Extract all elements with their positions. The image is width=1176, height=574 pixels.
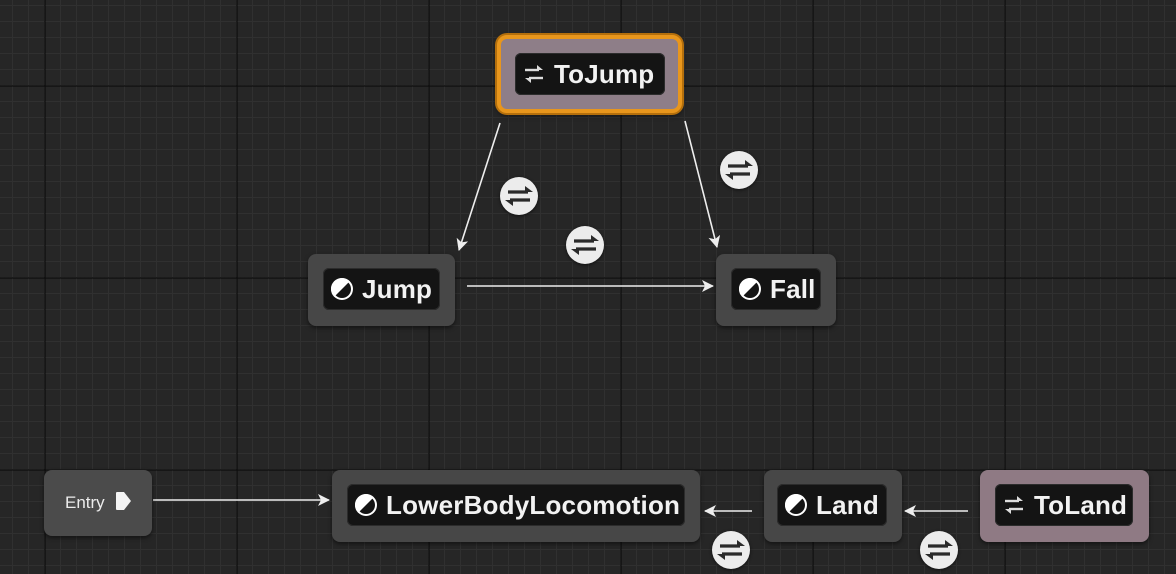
state-node-land[interactable]: Land — [764, 470, 902, 542]
wire-tojump-to-fall[interactable] — [684, 120, 721, 248]
state-node-lowerbodylocomotion[interactable]: LowerBodyLocomotion — [332, 470, 700, 542]
node-label-land: Land — [816, 489, 879, 520]
node-title-pill: Jump — [323, 268, 440, 310]
node-label-toland: ToLand — [1034, 489, 1128, 520]
conduit-node-toland[interactable]: ToLand — [980, 470, 1149, 542]
transition-rule-icon[interactable] — [566, 226, 604, 264]
node-label-jump: Jump — [362, 273, 433, 304]
conduit-node-tojump[interactable]: ToJump — [497, 35, 682, 113]
state-half-circle-icon — [739, 278, 761, 300]
state-machine-graph[interactable]: ToJump Jump Fall Entry LowerBodyLocomoti… — [0, 0, 1176, 574]
conduit-swap-arrows-icon — [523, 63, 545, 85]
node-title-pill: Fall — [731, 268, 821, 310]
node-label-tojump: ToJump — [554, 58, 655, 89]
node-title-pill: Land — [777, 484, 887, 526]
transition-rule-icon[interactable] — [720, 151, 758, 189]
state-node-jump[interactable]: Jump — [308, 254, 455, 326]
state-half-circle-icon — [331, 278, 353, 300]
state-half-circle-icon — [785, 494, 807, 516]
node-title-pill: LowerBodyLocomotion — [347, 484, 685, 526]
state-node-fall[interactable]: Fall — [716, 254, 836, 326]
node-label-lowerbodylocomotion: LowerBodyLocomotion — [386, 489, 681, 520]
state-half-circle-icon — [355, 494, 377, 516]
node-label-fall: Fall — [770, 273, 816, 304]
transition-rule-icon[interactable] — [920, 531, 958, 569]
node-title-pill: ToLand — [995, 484, 1133, 526]
entry-label: Entry — [65, 493, 105, 512]
entry-node[interactable]: Entry — [44, 470, 152, 536]
conduit-swap-arrows-icon — [1003, 494, 1025, 516]
node-title-pill: ToJump — [515, 53, 665, 95]
transition-rule-icon[interactable] — [500, 177, 538, 215]
wire-tojump-to-jump[interactable] — [456, 122, 501, 251]
entry-pin-icon[interactable] — [115, 491, 132, 516]
transition-rule-icon[interactable] — [712, 531, 750, 569]
